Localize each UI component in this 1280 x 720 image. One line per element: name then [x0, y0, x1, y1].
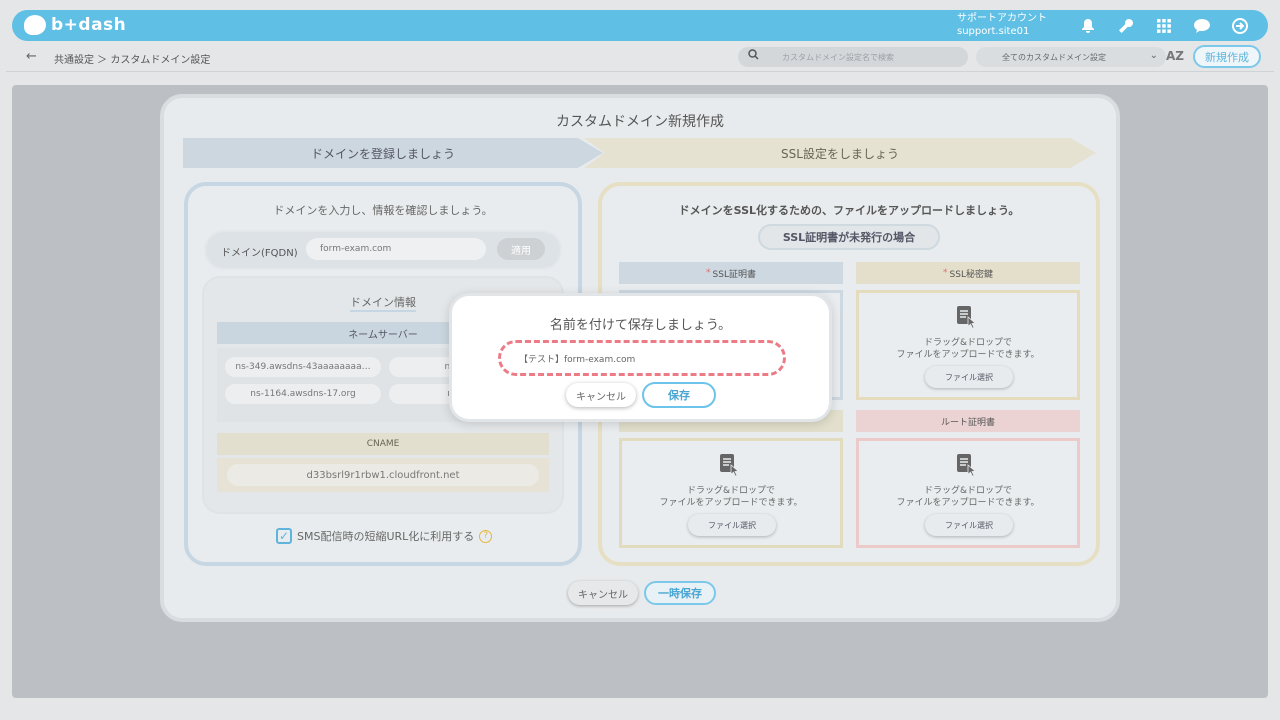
file-select-button[interactable]: ファイル選択 — [688, 514, 776, 536]
modal-title: カスタムドメイン新規作成 — [556, 114, 724, 130]
file-select-button[interactable]: ファイル選択 — [925, 366, 1013, 388]
cname-row: d33bsrl9r1rbw1.cloudfront.net — [217, 458, 549, 492]
account-name: サポートアカウント — [957, 13, 1047, 24]
ssl-key-header: * SSL秘密鍵 — [856, 262, 1080, 284]
ssl-key-dropzone[interactable]: ドラッグ&ドロップでファイルをアップロードできます。 ファイル選択 — [856, 290, 1080, 400]
root-cert-label: ルート証明書 — [940, 417, 995, 428]
logo-icon — [24, 15, 46, 35]
ssl-panel-description: ドメインをSSL化するための、ファイルをアップロードしましょう。 — [678, 204, 1020, 217]
back-arrow-icon[interactable]: ← — [26, 49, 37, 64]
filter-select[interactable]: 全てのカスタムドメイン設定 ⌄ — [976, 47, 1166, 67]
dropzone-text-line: ドラッグ&ドロップで — [923, 486, 1013, 496]
dropzone-text-line: ファイルをアップロードできます。 — [896, 350, 1040, 360]
ssl-unissued-button[interactable]: SSL証明書が未発行の場合 — [758, 224, 940, 250]
logo[interactable]: b+dash — [24, 15, 126, 35]
account-info[interactable]: サポートアカウント support.site01 — [957, 12, 1047, 38]
apply-button[interactable]: 適用 — [497, 238, 545, 260]
dropzone-text-line: ドラッグ&ドロップで — [923, 338, 1013, 348]
wrench-icon[interactable] — [1114, 14, 1138, 38]
required-mark: * — [706, 268, 711, 278]
dialog-title: 名前を付けて保存しましょう。 — [549, 318, 732, 333]
domain-panel-description: ドメインを入力し、情報を確認しましょう。 — [273, 204, 493, 217]
cancel-button[interactable]: キャンセル — [568, 581, 638, 605]
dropzone-text-line: ファイルをアップロードできます。 — [659, 498, 803, 508]
filter-label: 全てのカスタムドメイン設定 — [1002, 53, 1106, 62]
account-id: support.site01 — [957, 26, 1030, 37]
cname-value: d33bsrl9r1rbw1.cloudfront.net — [227, 464, 539, 486]
sms-shorturl-option[interactable]: ✓ SMS配信時の短縮URL化に利用する ? — [276, 528, 493, 544]
file-upload-icon — [720, 454, 739, 477]
dropzone-text-line: ドラッグ&ドロップで — [686, 486, 776, 496]
cname-header: CNAME — [217, 433, 549, 455]
save-name-dialog: 名前を付けて保存しましょう。 【テスト】form-exam.com キャンセル … — [449, 293, 832, 422]
support-chat-icon[interactable] — [1190, 14, 1214, 38]
file-select-button[interactable]: ファイル選択 — [925, 514, 1013, 536]
grid-menu-icon[interactable] — [1152, 14, 1176, 38]
temp-save-button[interactable]: 一時保存 — [644, 581, 716, 605]
required-mark: * — [943, 268, 948, 278]
sub-toolbar: ← 共通設定 ＞ カスタムドメイン設定 カスタムドメイン設定名で検索 全てのカス… — [6, 42, 1274, 72]
sms-shorturl-checkbox[interactable]: ✓ — [276, 528, 292, 544]
step-register-domain: ドメインを登録しましょう — [183, 138, 603, 168]
fqdn-row: ドメイン(FQDN) form-exam.com 適用 — [204, 230, 562, 270]
file-upload-icon — [957, 454, 976, 477]
modal-footer: キャンセル 一時保存 — [568, 581, 716, 605]
search-icon — [748, 49, 759, 63]
dropzone-text-line: ファイルをアップロードできます。 — [896, 498, 1040, 508]
search-input[interactable]: カスタムドメイン設定名で検索 — [738, 47, 968, 67]
root-cert-header: ルート証明書 — [856, 410, 1080, 432]
nameserver-item: ns-1164.awsdns-17.org — [225, 384, 381, 404]
dialog-save-button[interactable]: 保存 — [642, 382, 716, 408]
ssl-cert-header: * SSL証明書 — [619, 262, 843, 284]
top-header: b+dash サポートアカウント support.site01 — [12, 10, 1268, 41]
dropzone-text: ドラッグ&ドロップでファイルをアップロードできます。 — [859, 337, 1077, 361]
fqdn-label: ドメイン(FQDN) — [221, 248, 298, 259]
breadcrumb[interactable]: 共通設定 ＞ カスタムドメイン設定 — [54, 51, 210, 66]
bell-icon[interactable] — [1076, 14, 1100, 38]
intermediate-cert-dropzone[interactable]: ドラッグ&ドロップでファイルをアップロードできます。 ファイル選択 — [619, 438, 843, 548]
root-cert-dropzone[interactable]: ドラッグ&ドロップでファイルをアップロードできます。 ファイル選択 — [856, 438, 1080, 548]
new-create-button[interactable]: 新規作成 — [1193, 45, 1261, 68]
ssl-cert-label: SSL証明書 — [712, 269, 756, 280]
save-name-input[interactable]: 【テスト】form-exam.com — [498, 340, 786, 376]
dropzone-text: ドラッグ&ドロップでファイルをアップロードできます。 — [859, 485, 1077, 509]
dropzone-text: ドラッグ&ドロップでファイルをアップロードできます。 — [622, 485, 840, 509]
chevron-down-icon: ⌄ — [1149, 50, 1158, 61]
domain-info-title-text: ドメイン情報 — [350, 296, 416, 312]
search-placeholder: カスタムドメイン設定名で検索 — [782, 53, 894, 62]
file-upload-icon — [957, 306, 976, 329]
sms-shorturl-label: SMS配信時の短縮URL化に利用する — [297, 530, 475, 543]
logo-text: b+dash — [51, 15, 127, 35]
dialog-cancel-button[interactable]: キャンセル — [566, 383, 636, 407]
ssl-key-label: SSL秘密鍵 — [949, 269, 993, 280]
logout-icon[interactable] — [1228, 14, 1252, 38]
step-ssl-settings: SSL設定をしましょう — [584, 138, 1096, 168]
fqdn-input[interactable]: form-exam.com — [306, 238, 486, 260]
nameserver-item: ns-349.awsdns-43aaaaaaaa… — [225, 357, 381, 377]
help-icon[interactable]: ? — [479, 529, 493, 543]
header-icons — [1076, 14, 1266, 38]
sort-az-button[interactable]: AZ — [1166, 49, 1184, 63]
